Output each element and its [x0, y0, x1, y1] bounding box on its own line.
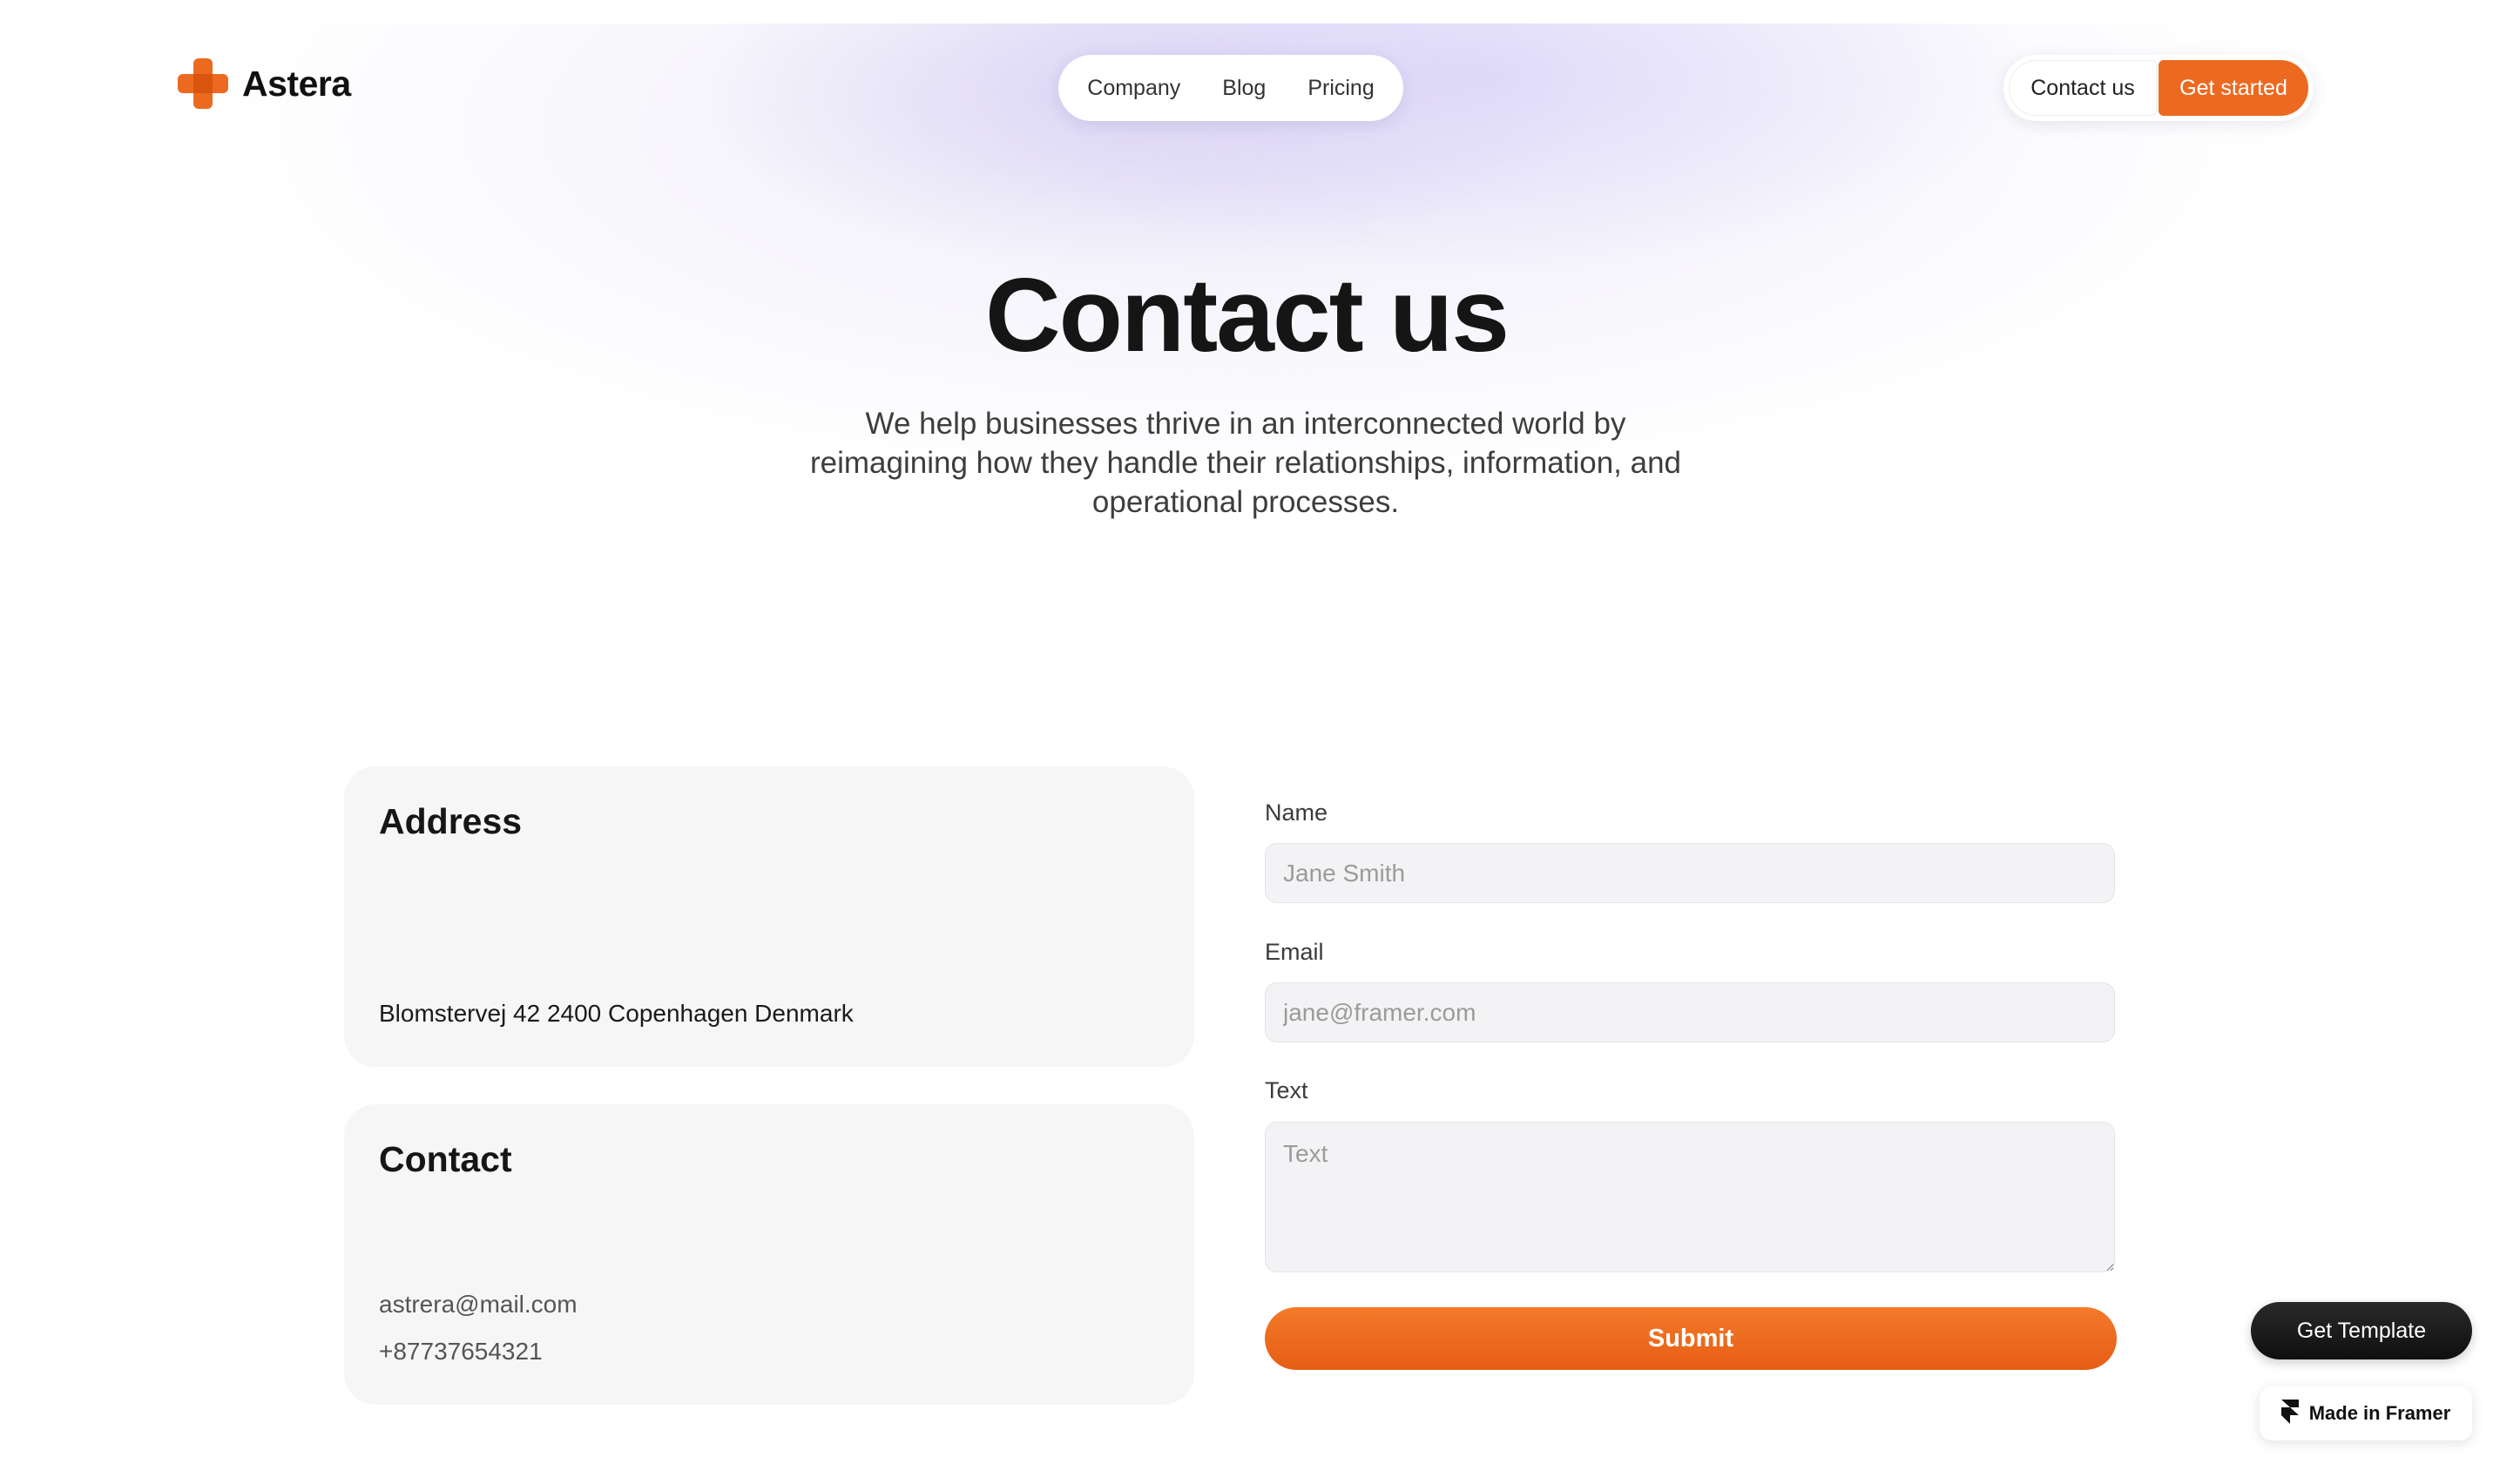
text-label: Text — [1265, 1077, 1308, 1103]
name-label: Name — [1265, 799, 1328, 826]
top-strip — [0, 0, 2493, 24]
contact-email[interactable]: astrera@mail.com — [379, 1291, 578, 1319]
address-card-title: Address — [379, 801, 523, 841]
framer-logo-icon — [2280, 1399, 2299, 1428]
contact-us-button[interactable]: Contact us — [2009, 60, 2158, 116]
contact-card: Contact astrera@mail.com +87737654321 — [344, 1104, 1194, 1405]
made-in-framer-badge[interactable]: Made in Framer — [2260, 1386, 2472, 1440]
page-title: Contact us — [984, 257, 1510, 374]
contact-card-title: Contact — [379, 1139, 512, 1179]
email-label: Email — [1265, 939, 1324, 965]
navbar: Astera Company Blog Pricing Contact us G… — [0, 24, 2493, 154]
nav-link-pricing[interactable]: Pricing — [1307, 76, 1374, 101]
nav-link-blog[interactable]: Blog — [1222, 76, 1266, 101]
message-textarea[interactable] — [1265, 1122, 2115, 1272]
address-text: Blomstervej 42 2400 Copenhagen Denmark — [379, 1000, 854, 1027]
contact-phone[interactable]: +87737654321 — [379, 1338, 543, 1366]
nav-link-company[interactable]: Company — [1087, 76, 1180, 101]
brand-logo[interactable]: Astera — [178, 58, 351, 109]
name-field[interactable] — [1265, 843, 2115, 903]
get-started-button[interactable]: Get started — [2159, 60, 2308, 116]
made-in-framer-label: Made in Framer — [2308, 1402, 2451, 1424]
email-field[interactable] — [1265, 982, 2115, 1042]
submit-button[interactable]: Submit — [1265, 1307, 2117, 1370]
address-card: Address Blomstervej 42 2400 Copenhagen D… — [344, 766, 1194, 1067]
main-nav: Company Blog Pricing — [1058, 55, 1403, 121]
brand-name: Astera — [242, 63, 351, 104]
plus-cross-logo-icon — [178, 58, 228, 109]
get-template-button[interactable]: Get Template — [2251, 1302, 2472, 1359]
header-cta-group: Contact us Get started — [2003, 55, 2314, 121]
page-subtitle: We help businesses thrive in an intercon… — [809, 407, 1682, 519]
